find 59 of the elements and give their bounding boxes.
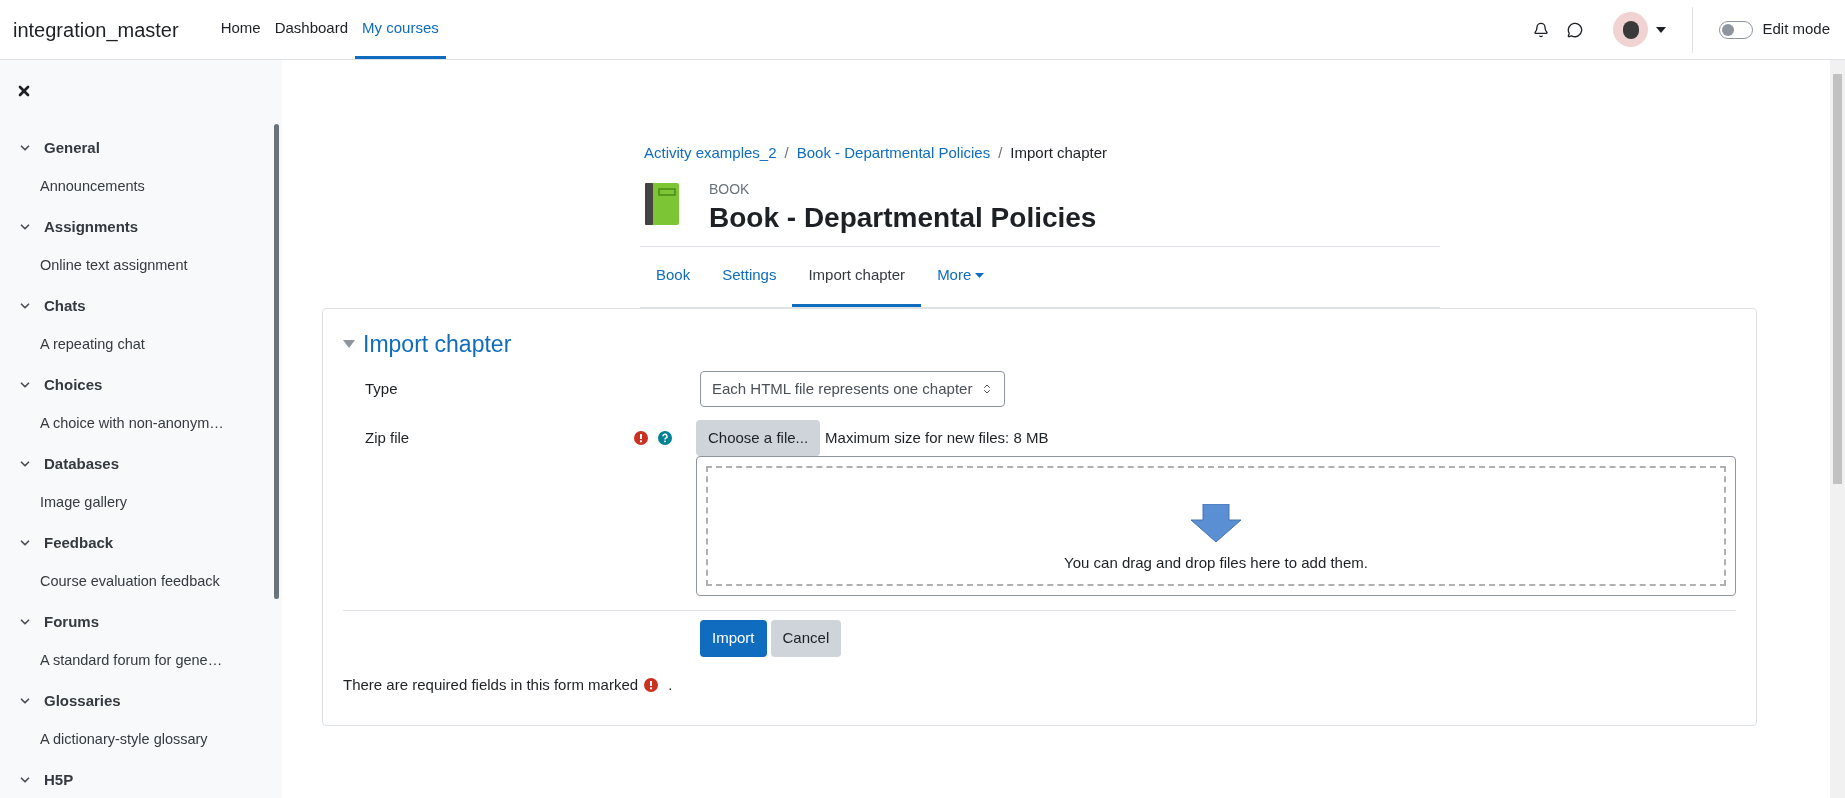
section-legend[interactable]: Import chapter [363, 326, 512, 361]
section-heading[interactable]: Assignments [44, 215, 139, 238]
activity-link[interactable]: Announcements [40, 176, 145, 199]
type-select[interactable]: Each HTML file represents one chapter [700, 371, 1006, 407]
user-avatar[interactable] [1613, 12, 1649, 47]
section-heading[interactable]: Chats [44, 294, 86, 317]
activity-type-label: BOOK [709, 179, 751, 199]
activity-link[interactable]: Online text assignment [40, 255, 188, 278]
note-period: . [668, 675, 673, 695]
tab[interactable]: Book [640, 246, 707, 307]
activity-link[interactable]: A repeating chat [40, 334, 145, 357]
section-heading[interactable]: H5P [44, 768, 74, 791]
field-label: Zip file [365, 427, 410, 448]
breadcrumb-link[interactable]: Book - Departmental Policies [796, 142, 991, 165]
section-heading[interactable]: Glossaries [44, 689, 121, 712]
choose-file-button[interactable]: Choose a file... [696, 420, 821, 456]
section-heading[interactable]: Forums [44, 610, 99, 633]
notification-bell-icon[interactable] [1533, 21, 1550, 38]
page-title: Book - Departmental Policies [709, 200, 1097, 235]
caret-icon [975, 272, 985, 278]
activity-link[interactable]: A standard forum for gene… [40, 650, 223, 673]
breadcrumb-separator: / [784, 143, 789, 163]
required-icon [644, 678, 659, 693]
import-button[interactable]: Import [700, 620, 767, 657]
activity-link[interactable]: Image gallery [40, 492, 128, 515]
close-icon[interactable] [16, 83, 32, 99]
section-heading[interactable]: Choices [44, 373, 103, 396]
tab[interactable]: Settings [706, 246, 793, 307]
tab[interactable]: More [921, 246, 1001, 307]
site-name[interactable]: integration_master [13, 14, 179, 45]
book-icon [645, 182, 679, 225]
drop-hint: You can drag and drop files here to add them. [1064, 552, 1368, 573]
nav-link[interactable]: My courses [355, 0, 446, 59]
nav-link[interactable]: Dashboard [267, 0, 356, 59]
edit-mode-label: Edit mode [1762, 19, 1830, 40]
edit-mode-switch[interactable] [1719, 20, 1754, 39]
down-arrow-icon [1191, 503, 1241, 542]
help-icon[interactable] [658, 431, 672, 445]
caret-icon[interactable] [1656, 26, 1667, 33]
field-label: Type [365, 379, 398, 397]
tab[interactable]: Import chapter [792, 246, 922, 307]
breadcrumb-link[interactable]: Activity examples_2 [644, 142, 777, 165]
required-fields-note: There are required fields in this form marked [343, 675, 639, 695]
breadcrumb-current: Import chapter [1010, 143, 1108, 163]
section-heading[interactable]: General [44, 136, 100, 159]
nav-link[interactable]: Home [213, 0, 268, 59]
activity-link[interactable]: A choice with non-anonym… [40, 413, 224, 436]
breadcrumb-separator: / [998, 143, 1003, 163]
scrollbar-thumb[interactable] [274, 124, 279, 599]
cancel-button[interactable]: Cancel [770, 620, 842, 657]
scrollbar-thumb[interactable] [1833, 74, 1842, 484]
section-heading[interactable]: Databases [44, 452, 120, 475]
activity-link[interactable]: A dictionary-style glossary [40, 729, 208, 752]
messages-icon[interactable] [1567, 21, 1584, 38]
activity-link[interactable]: Course evaluation feedback [40, 571, 220, 594]
max-size-note: Maximum size for new files: 8 MB [825, 427, 1049, 448]
file-drop-area[interactable]: You can drag and drop files here to add them. [696, 456, 1736, 596]
collapse-caret-icon[interactable] [343, 339, 355, 348]
section-heading[interactable]: Feedback [44, 531, 114, 554]
